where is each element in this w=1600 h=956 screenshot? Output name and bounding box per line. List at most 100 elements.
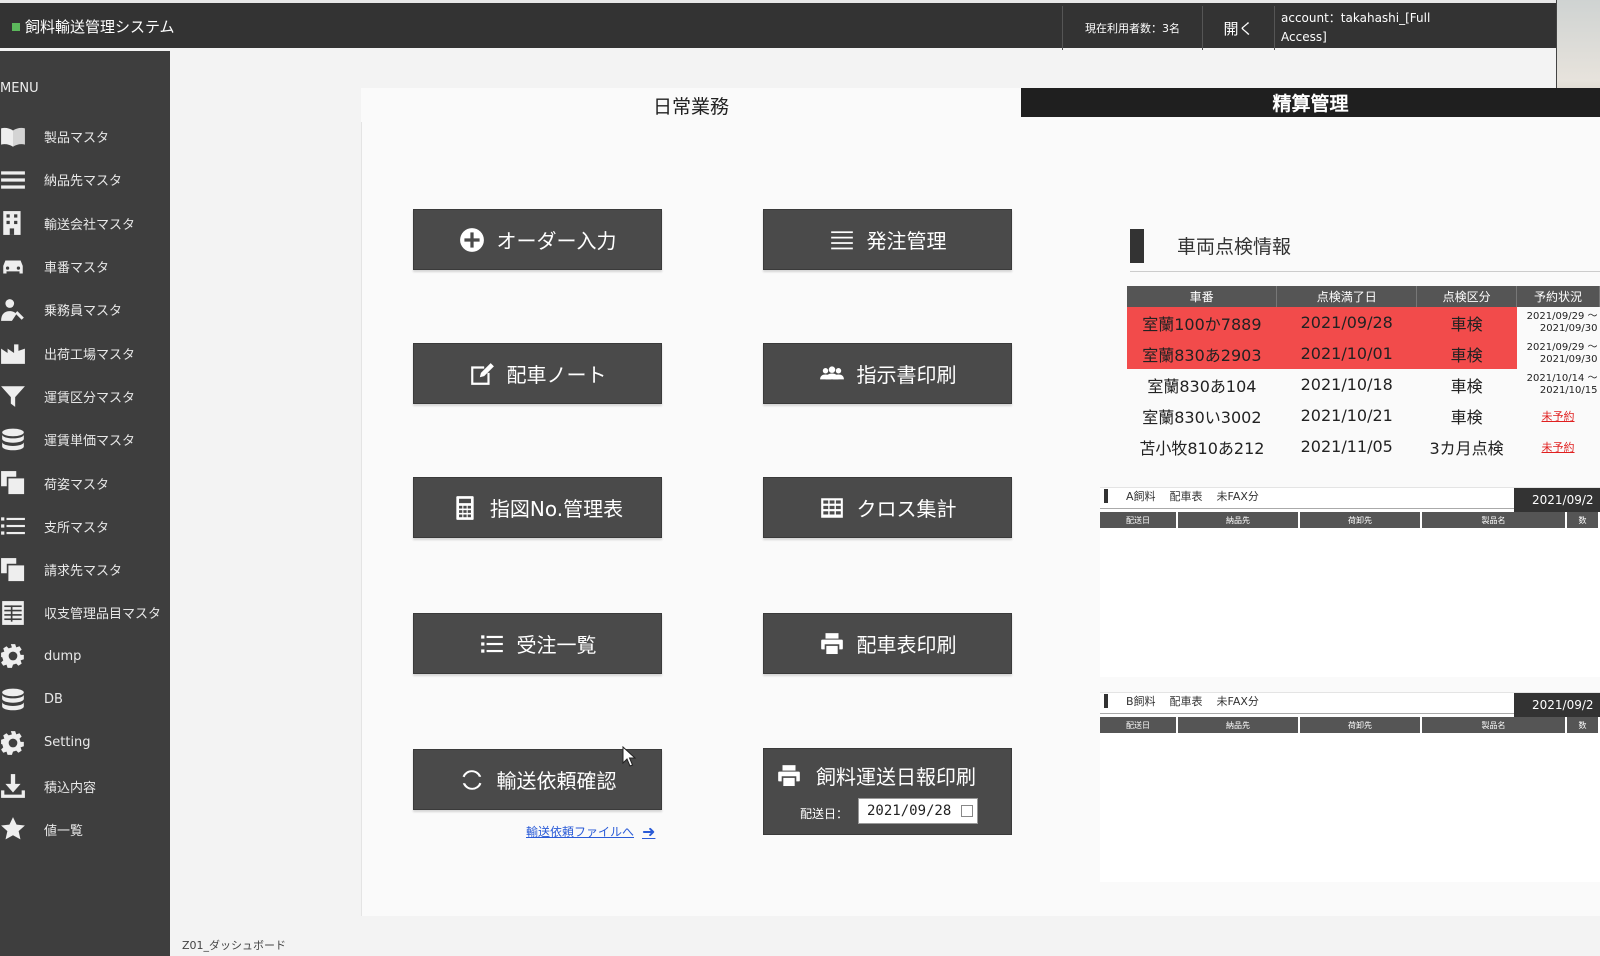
instruction-print-button[interactable]: 指示書印刷 [763,343,1012,404]
transport-file-link-label: 輸送依頼ファイルへ [526,825,635,839]
expiry-date: 2021/09/28 [1276,307,1417,338]
copy-icon [0,557,44,583]
spreadsheet-icon [0,600,44,626]
reservation-status[interactable]: 未予約 [1517,400,1600,431]
factory-icon [0,340,44,366]
cross-total-button[interactable]: クロス集計 [763,477,1012,538]
fax-a-label: A飼料 配車表 未FAX分 [1100,488,1259,504]
copy-icon [0,470,44,496]
app-title-text: 飼料輸送管理システム [25,18,175,36]
sidebar-item[interactable]: 支所マスタ [0,505,170,548]
sidebar-item[interactable]: 積込内容 [0,764,170,807]
dispatch-note-button[interactable]: 配車ノート [413,343,662,404]
sidebar-item[interactable]: 製品マスタ [0,115,170,158]
reservation-status[interactable]: 未予約 [1517,431,1600,462]
sidebar-item[interactable]: 収支管理品目マスタ [0,591,170,634]
table-row[interactable]: 室蘭830あ104 2021/10/18 車検 2021/10/14 〜 2021/10… [1127,369,1600,400]
column-header: 点検満了日 [1276,286,1418,307]
column-header: 納品先 [1178,717,1300,733]
sidebar-item[interactable]: 荷姿マスタ [0,461,170,504]
sidebar-item[interactable]: 車番マスタ [0,245,170,288]
delivery-date-input[interactable]: 2021/09/28 [858,798,978,824]
sidebar-item-label: 輸送会社マスタ [44,217,136,233]
sidebar-item[interactable]: 納品先マスタ [0,158,170,201]
dispatch-note-label: 配車ノート [506,363,607,387]
sidebar-item-label: dump [44,648,82,664]
order-list-label: 受注一覧 [516,633,597,657]
table-icon [820,497,843,518]
sidebar-item-label: 運賃単価マスタ [44,434,136,450]
table-row[interactable]: 室蘭830あ2903 2021/10/01 車検 2021/09/29 〜 2021/0… [1127,338,1600,369]
order-list-button[interactable]: 受注一覧 [413,613,662,674]
sidebar-item[interactable]: DB [0,678,170,721]
sidebar-item[interactable]: dump [0,635,170,678]
dispatch-print-button[interactable]: 配車表印刷 [763,613,1012,674]
daily-report-panel: 飼料運送日報印刷 配送日： 2021/09/28 [763,748,1012,835]
sidebar-item[interactable]: Setting [0,721,170,764]
expiry-date: 2021/11/05 [1300,437,1393,456]
sidebar-item-label: 荷姿マスタ [44,477,110,493]
sidebar-item[interactable]: 出荷工場マスタ [0,331,170,374]
sidebar-item-label: 値一覧 [44,823,84,839]
sidebar-item[interactable]: 請求先マスタ [0,548,170,591]
instruction-print-label: 指示書印刷 [856,363,957,387]
transport-file-link[interactable]: 輸送依頼ファイルへ ➜ [526,822,655,841]
column-header: 予約状況 [1516,286,1600,307]
inspection-type: 3カ月点検 [1429,438,1504,458]
table-row[interactable]: 室蘭830い3002 2021/10/21 車検 未予約 [1127,400,1600,431]
delivery-date-label: 配送日： [800,807,849,821]
download-icon [0,773,44,799]
fax-section-b: B飼料 配車表 未FAX分 2021/09/2 配送日 納品先 荷卸先 製品名 … [1100,692,1600,882]
dispatch-print-label: 配車表印刷 [856,633,957,657]
account-line-2: Access] [1281,30,1327,44]
fax-section-a: A飼料 配車表 未FAX分 2021/09/2 配送日 納品先 荷卸先 製品名 … [1100,487,1600,677]
car-icon [0,254,44,280]
sidebar-item[interactable]: 運賃区分マスタ [0,375,170,418]
refresh-icon [462,769,481,790]
delivery-date-value: 2021/09/28 [867,803,952,819]
app-title: 飼料輸送管理システム [12,16,175,37]
sidebar-item-label: 製品マスタ [44,131,110,147]
sidebar-item-label: 運賃区分マスタ [44,390,136,406]
sidebar-item-label: 乗務員マスタ [44,304,123,320]
divider [1130,271,1600,272]
table-row[interactable]: 苫小牧810あ212 2021/11/05 3カ月点検 未予約 [1127,431,1600,462]
sidebar-item[interactable]: 輸送会社マスタ [0,202,170,245]
building-icon [0,210,44,236]
tab-daily-work[interactable]: 日常業務 [361,88,1021,122]
reservation-start: 2021/10/14 〜 [1526,372,1598,384]
fax-b-date-tab[interactable]: 2021/09/2 [1514,693,1600,717]
edit-icon [470,362,494,385]
column-header: 配送日 [1100,512,1178,528]
reservation-end: 2021/09/30 [1539,353,1598,365]
car-number: 室蘭100か7889 [1127,307,1277,338]
fax-a-date-tab[interactable]: 2021/09/2 [1514,488,1600,512]
fax-b-label-3: 未FAX分 [1216,695,1259,708]
sidebar-item[interactable]: 運賃単価マスタ [0,418,170,461]
open-button[interactable]: 開く [1202,6,1274,50]
table-row[interactable]: 室蘭100か7889 2021/09/28 車検 2021/09/29 〜 2021/0… [1127,307,1600,338]
column-header: 製品名 [1422,512,1567,528]
sidebar: MENU 製品マスタ 納品先マスタ 輸送会社マスタ 車番マスタ 乗務員マスタ 出荷工場マス… [0,51,170,956]
book-icon [0,124,44,150]
sidebar-item[interactable]: 値一覧 [0,808,170,851]
divider [1100,713,1514,714]
drawing-no-button[interactable]: 指図No.管理表 [413,477,662,538]
star-icon [0,816,44,842]
order-management-button[interactable]: 発注管理 [763,209,1012,270]
calculator-icon [456,495,474,520]
car-number: 室蘭830あ2903 [1127,338,1277,369]
sidebar-item[interactable]: 乗務員マスタ [0,288,170,331]
tab-settlement[interactable]: 精算管理 [1021,88,1600,117]
inspection-type: 車検 [1450,376,1483,396]
fax-b-label: B飼料 配車表 未FAX分 [1100,693,1259,709]
cross-total-label: クロス集計 [856,497,957,521]
sidebar-item-label: 納品先マスタ [44,174,123,190]
order-input-button[interactable]: オーダー入力 [413,209,662,270]
database-icon [0,427,44,453]
reservation-status: 2021/10/14 〜 2021/10/15 [1517,369,1600,400]
reservation-end: 2021/10/15 [1539,384,1598,396]
daily-report-print-button[interactable]: 飼料運送日報印刷 [776,761,976,790]
calendar-icon[interactable] [961,805,973,817]
menu-list: 製品マスタ納品先マスタ 輸送会社マスタ車番マスタ乗務員マスタ出荷工場マスタ運賃区分… [0,115,170,851]
